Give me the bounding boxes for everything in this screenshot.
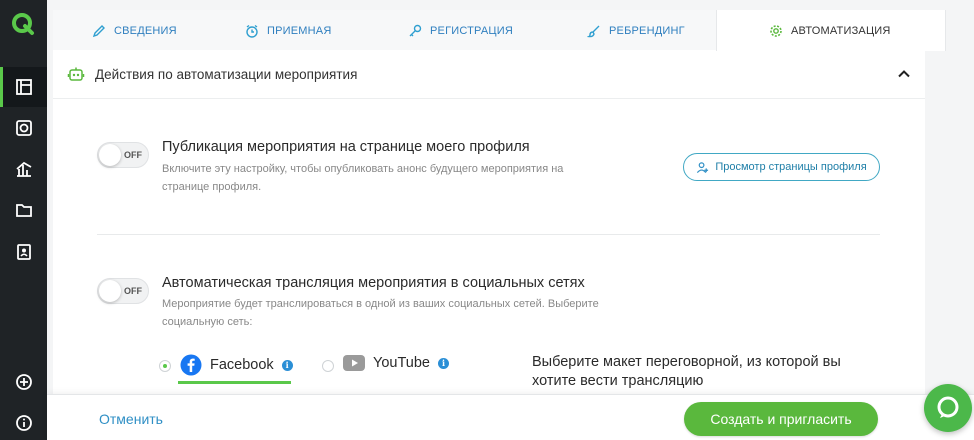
sidebar-item-info[interactable] — [0, 403, 47, 440]
tab-label: СВЕДЕНИЯ — [114, 24, 177, 37]
brush-icon — [587, 25, 600, 37]
social-broadcast-toggle[interactable]: OFF — [97, 278, 149, 304]
tab-label: РЕБРЕНДИНГ — [609, 24, 685, 37]
section-title: Действия по автоматизации мероприятия — [95, 67, 358, 82]
alarm-clock-icon — [246, 24, 258, 38]
profile-publish-toggle[interactable]: OFF — [97, 142, 149, 168]
statistics-icon — [15, 161, 31, 177]
toggle-knob — [99, 144, 121, 166]
left-sidebar — [0, 0, 47, 440]
info-circle-icon — [15, 415, 32, 431]
sidebar-item-recordings[interactable] — [0, 108, 47, 148]
selected-underline — [178, 381, 291, 384]
chat-icon — [937, 396, 959, 418]
youtube-option[interactable]: YouTube i — [343, 355, 449, 371]
tab-reception[interactable]: ПРИЕМНАЯ — [245, 10, 331, 51]
toggle-state-label: OFF — [124, 150, 142, 160]
youtube-icon — [343, 355, 365, 371]
tab-label: АВТОМАТИЗАЦИЯ — [791, 24, 891, 37]
chevron-up-icon[interactable] — [897, 67, 911, 81]
facebook-label: Facebook — [210, 357, 274, 373]
automation-section-header[interactable]: Действия по автоматизации мероприятия — [53, 51, 925, 99]
youtube-label: YouTube — [373, 355, 430, 371]
toggle-knob — [99, 280, 121, 302]
room-layout-prompt: Выберите макет переговорной, из которой … — [532, 354, 841, 389]
option-description: Включите эту настройку, чтобы опубликова… — [162, 163, 564, 193]
tab-registration[interactable]: РЕГИСТРАЦИЯ — [408, 10, 513, 51]
robot-icon — [67, 67, 85, 81]
tab-label: РЕГИСТРАЦИЯ — [430, 24, 513, 37]
cancel-button[interactable]: Отменить — [99, 411, 163, 427]
button-label: Просмотр страницы профиля — [715, 161, 867, 173]
key-icon — [409, 24, 422, 36]
sidebar-item-statistics[interactable] — [0, 149, 47, 189]
contacts-icon — [16, 244, 31, 260]
tab-label: ПРИЕМНАЯ — [267, 24, 332, 37]
sidebar-item-files[interactable] — [0, 190, 47, 230]
app-logo[interactable] — [11, 12, 35, 36]
tab-details[interactable]: СВЕДЕНИЯ — [92, 10, 177, 51]
info-icon[interactable]: i — [437, 357, 449, 369]
layout-icon — [15, 79, 32, 95]
plus-circle-icon — [15, 374, 32, 390]
toggle-state-label: OFF — [124, 286, 142, 296]
sidebar-item-contacts[interactable] — [0, 232, 47, 272]
option-title: Публикация мероприятия на странице моего… — [162, 139, 530, 155]
record-icon — [15, 120, 32, 136]
folder-icon — [15, 204, 32, 217]
create-and-invite-button[interactable]: Создать и пригласить — [684, 402, 878, 436]
option-title: Автоматическая трансляция мероприятия в … — [162, 275, 585, 291]
chat-widget-button[interactable] — [924, 384, 972, 432]
view-profile-page-button[interactable]: Просмотр страницы профиля — [683, 153, 880, 181]
info-icon[interactable]: i — [281, 359, 293, 371]
user-icon — [697, 161, 709, 173]
section-divider — [97, 234, 880, 235]
sidebar-item-add[interactable] — [0, 362, 47, 402]
tab-rebranding[interactable]: РЕБРЕНДИНГ — [587, 10, 685, 51]
facebook-option[interactable]: Facebook i — [180, 354, 293, 376]
facebook-icon — [180, 354, 202, 376]
pencil-icon — [92, 24, 105, 37]
sidebar-item-events[interactable] — [0, 67, 47, 107]
facebook-radio[interactable] — [159, 360, 171, 372]
tab-automation[interactable]: АВТОМАТИЗАЦИЯ — [716, 10, 946, 51]
option-description: Мероприятие будет транслироваться в одно… — [162, 298, 599, 328]
gear-icon — [770, 24, 782, 37]
youtube-radio[interactable] — [322, 360, 334, 372]
